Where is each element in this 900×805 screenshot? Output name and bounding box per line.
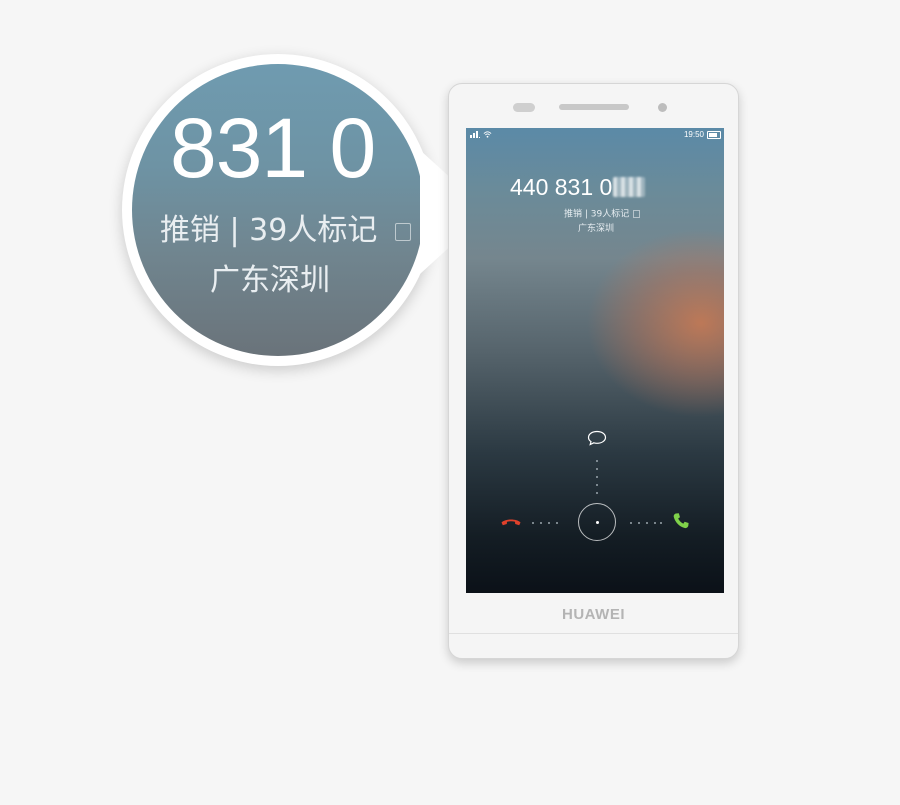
caller-number-row: 440 831 0: [510, 174, 646, 200]
status-bar: 19:50: [466, 128, 724, 142]
battery-icon: [707, 131, 721, 139]
magnified-caller-location: 广东深圳: [210, 263, 330, 298]
caller-number: 440 831 0: [510, 174, 613, 200]
wifi-icon: [483, 131, 492, 138]
magnifier-callout: 831 0 推销 | 39人标记 广东深圳: [122, 54, 434, 366]
earpiece-speaker: [559, 104, 629, 110]
proximity-sensor: [513, 103, 535, 112]
tag-info-icon: [395, 222, 412, 241]
swipe-left-hint: [532, 522, 562, 524]
magnified-caller-number: 831 0: [170, 101, 376, 195]
chin-divider: [449, 633, 738, 634]
phone-answer-icon[interactable]: [672, 512, 690, 530]
caller-location: 广东深圳: [578, 224, 615, 234]
answer-slider-handle[interactable]: [578, 503, 616, 541]
magnified-caller-tag: 推销 | 39人标记: [160, 213, 378, 248]
phone-hangup-icon[interactable]: [500, 514, 522, 528]
brand-logo: HUAWEI: [562, 606, 625, 623]
status-time: 19:50: [683, 130, 704, 139]
incoming-call-screen: 19:50 440 831 0 推销 | 39人标记 广东深圳: [466, 128, 724, 593]
signal-icon: [470, 131, 480, 138]
background-glow: [586, 228, 724, 418]
swipe-up-hint: [596, 460, 598, 494]
magnified-caller-tag-row: 推销 | 39人标记: [160, 213, 412, 248]
caller-tag-row: 推销 | 39人标记: [564, 209, 641, 220]
magnifier-lens: 831 0 推销 | 39人标记 广东深圳: [132, 64, 424, 356]
tag-info-icon: [633, 210, 641, 218]
message-bubble-icon[interactable]: [587, 430, 607, 446]
caller-tag: 推销 | 39人标记: [564, 209, 630, 220]
front-camera: [658, 103, 667, 112]
masked-digits: [613, 177, 646, 197]
swipe-right-hint: [630, 522, 662, 524]
phone-device: 19:50 440 831 0 推销 | 39人标记 广东深圳 HUAWEI: [448, 83, 739, 659]
